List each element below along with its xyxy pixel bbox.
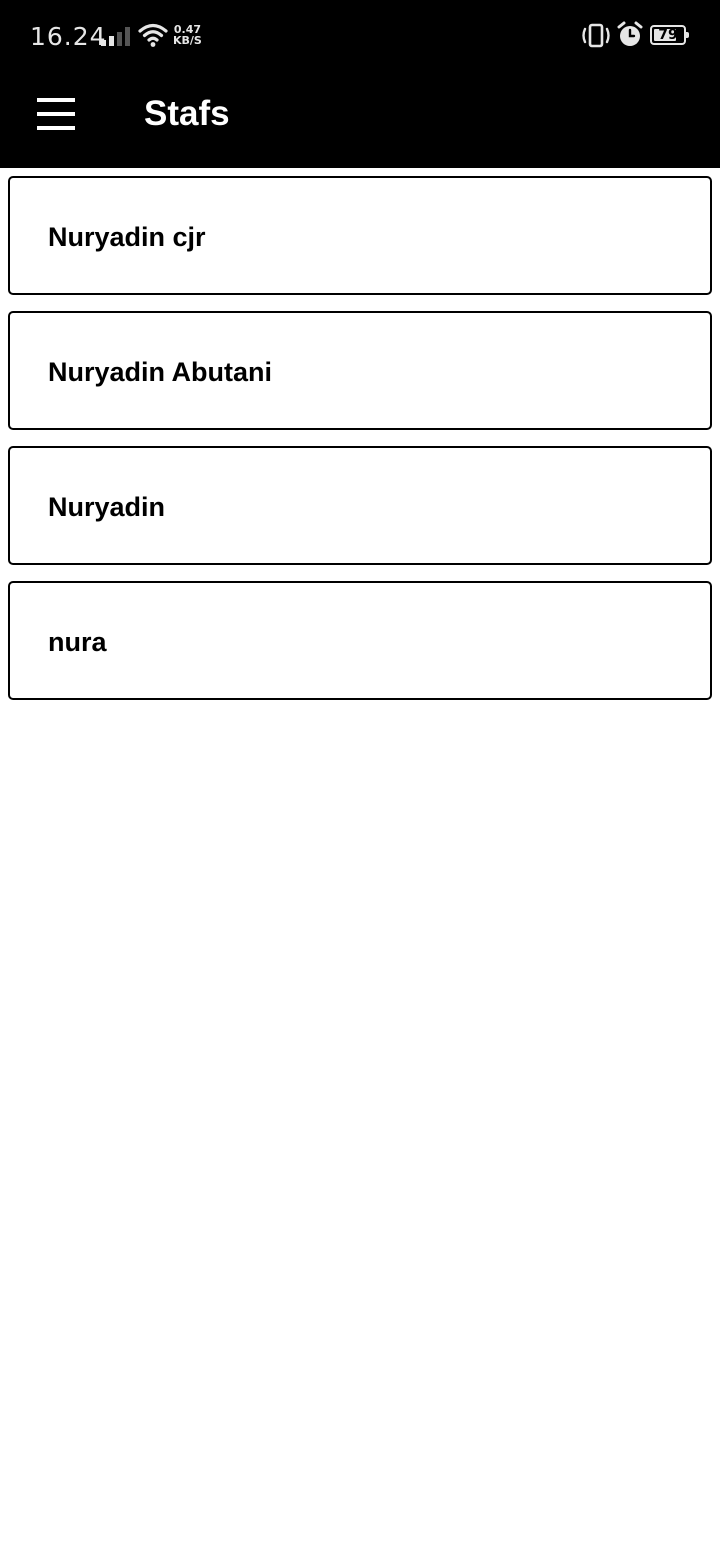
vibrate-icon bbox=[582, 23, 610, 48]
staff-card[interactable]: Nuryadin cjr bbox=[8, 176, 712, 295]
staff-card[interactable]: Nuryadin bbox=[8, 446, 712, 565]
status-bar: 16.24 0.47 KB/S 79 bbox=[0, 0, 720, 72]
staff-name: Nuryadin Abutani bbox=[48, 357, 273, 387]
staff-card[interactable]: Nuryadin Abutani bbox=[8, 311, 712, 430]
staff-name: Nuryadin cjr bbox=[48, 222, 206, 252]
status-time: 16.24 bbox=[30, 22, 107, 51]
staff-list: Nuryadin cjr Nuryadin Abutani Nuryadin n… bbox=[8, 176, 712, 716]
staff-name: nura bbox=[48, 627, 107, 657]
battery-icon: 79 bbox=[650, 25, 689, 45]
page-title: Stafs bbox=[144, 94, 230, 133]
signal-icon bbox=[101, 27, 130, 46]
staff-card[interactable]: nura bbox=[8, 581, 712, 700]
alarm-icon bbox=[617, 21, 643, 46]
wifi-icon bbox=[138, 23, 168, 47]
battery-nub bbox=[686, 32, 689, 38]
app-bar: Stafs bbox=[0, 72, 720, 168]
hamburger-menu-icon[interactable] bbox=[24, 84, 88, 148]
network-speed-unit: KB/S bbox=[173, 34, 202, 47]
battery-level: 79 bbox=[658, 27, 678, 43]
staff-name: Nuryadin bbox=[48, 492, 166, 522]
network-speed: 0.47 KB/S bbox=[173, 24, 202, 46]
